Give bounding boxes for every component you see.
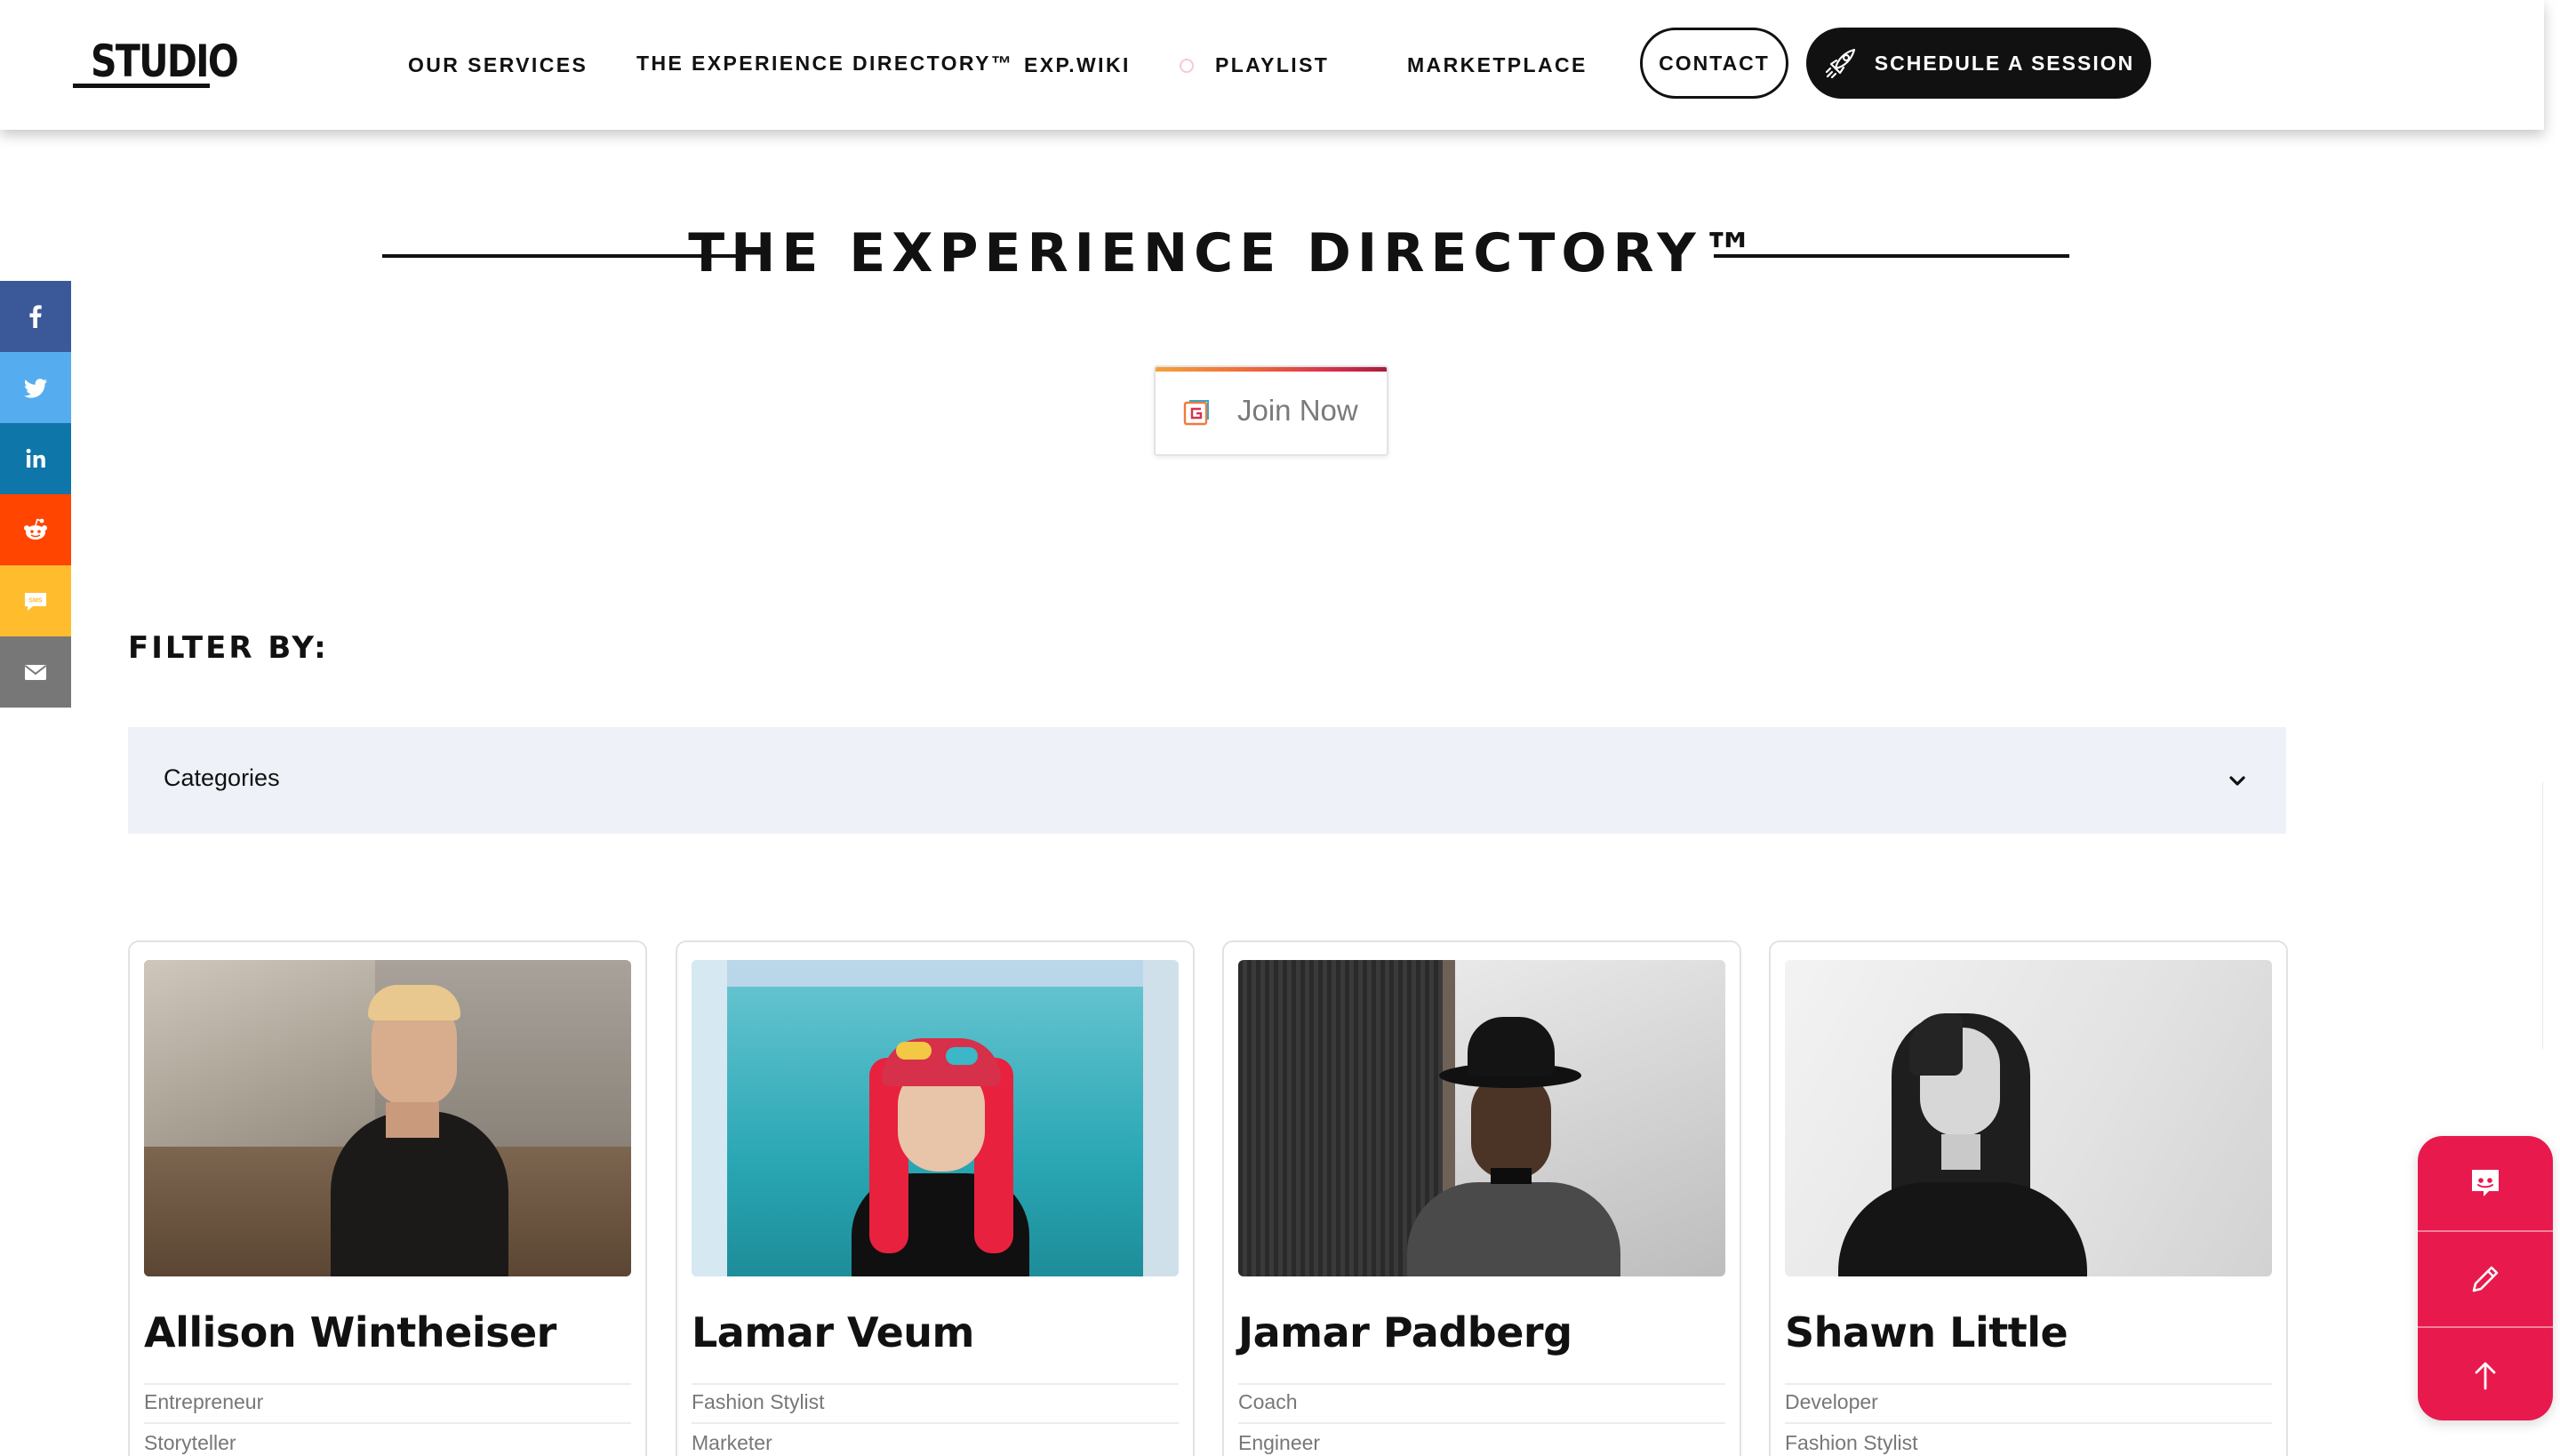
floating-action-bar [2418,1136,2553,1420]
nav-experience-directory[interactable]: THE EXPERIENCE DIRECTORY™ [636,52,1013,76]
person-photo [1238,960,1725,1276]
scrollbar-track[interactable] [2542,782,2549,1049]
person-tag: Developer [1785,1390,1878,1413]
arrow-up-icon [2475,1362,2496,1390]
person-tag: Entrepreneur [144,1390,264,1413]
divider [1238,1422,1725,1424]
share-facebook[interactable] [0,281,71,352]
person-card[interactable]: Jamar Padberg Coach Engineer [1222,940,1741,1456]
person-photo [144,960,631,1276]
join-now-button[interactable]: Join Now [1154,365,1388,456]
divider [144,1383,631,1385]
email-icon [24,665,47,680]
schedule-button-label: SCHEDULE A SESSION [1874,51,2135,75]
nav-playlist[interactable]: PLAYLIST [1215,53,1329,77]
person-tag: Fashion Stylist [1785,1431,1918,1454]
sms-icon: SMS [25,593,46,611]
person-tag: Coach [1238,1390,1298,1413]
divider [692,1383,1179,1385]
contact-button[interactable]: CONTACT [1640,28,1788,99]
join-gradient-bar [1156,367,1387,372]
page-title: THE EXPERIENCE DIRECTORY™ [688,222,1762,284]
logo-underline [73,84,210,88]
categories-select-value: Categories [164,764,280,791]
share-sms[interactable]: SMS [0,565,71,636]
join-now-label: Join Now [1237,394,1358,427]
g-logo-icon [1183,400,1209,426]
nav-exp-wiki[interactable]: EXP.WIKI [1024,53,1131,77]
share-linkedin[interactable] [0,423,71,494]
person-card[interactable]: Lamar Veum Fashion Stylist Marketer [676,940,1195,1456]
person-name: Shawn Little [1785,1308,2068,1356]
chevron-down-icon [2229,776,2245,786]
share-twitter[interactable] [0,352,71,423]
person-card[interactable]: Shawn Little Developer Fashion Stylist [1769,940,2288,1456]
linkedin-icon [26,448,45,468]
person-name: Allison Wintheiser [144,1308,556,1356]
nav-our-services[interactable]: OUR SERVICES [408,53,588,77]
studio-logo[interactable]: STUDIO [73,34,239,91]
person-photo [1785,960,2272,1276]
categories-select[interactable]: Categories [128,727,2286,834]
filter-label: FILTER BY: [128,630,329,666]
rocket-icon [1825,48,1855,79]
discord-icon [2472,1170,2499,1196]
person-tag: Engineer [1238,1431,1321,1454]
person-tag: Storyteller [144,1431,236,1454]
svg-text:SMS: SMS [28,598,43,604]
person-tag: Marketer [692,1431,772,1454]
person-photo [692,960,1179,1276]
scroll-to-top-button[interactable] [2418,1328,2553,1422]
schedule-session-button[interactable]: SCHEDULE A SESSION [1806,28,2151,99]
nav-marketplace[interactable]: MARKETPLACE [1407,53,1588,77]
person-name: Lamar Veum [692,1308,975,1356]
facebook-icon [29,305,42,328]
divider [1785,1422,2272,1424]
divider [1785,1383,2272,1385]
person-name: Jamar Padberg [1238,1308,1572,1356]
logo-text: STUDIO [91,36,239,87]
divider [1238,1383,1725,1385]
share-reddit[interactable] [0,494,71,565]
edit-button[interactable] [2418,1232,2553,1326]
contact-button-label: CONTACT [1659,51,1770,75]
reddit-icon [24,518,47,540]
person-card[interactable]: Allison Wintheiser Entrepreneur Storytel… [128,940,647,1456]
share-email[interactable] [0,636,71,708]
discord-button[interactable] [2418,1136,2553,1230]
divider [144,1422,631,1424]
pencil-icon [2472,1266,2499,1292]
site-header: STUDIO OUR SERVICES THE EXPERIENCE DIREC… [0,0,2544,130]
divider [692,1422,1179,1424]
twitter-icon [24,379,47,398]
playlist-status-dot [1180,59,1194,73]
person-tag: Fashion Stylist [692,1390,825,1413]
title-rule-right [1714,254,2069,258]
